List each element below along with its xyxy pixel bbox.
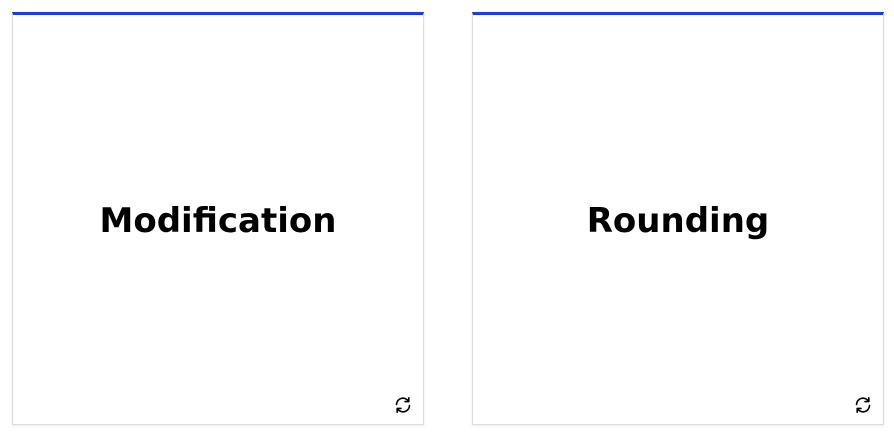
- flashcard-term: Rounding: [586, 201, 770, 241]
- flashcard-set: Modification Rounding: [0, 0, 894, 438]
- flashcard-modification[interactable]: Modification: [12, 12, 424, 425]
- flip-icon[interactable]: [853, 395, 873, 415]
- flashcard-term: Modification: [99, 201, 337, 241]
- flip-icon[interactable]: [393, 395, 413, 415]
- flashcard-rounding[interactable]: Rounding: [472, 12, 884, 425]
